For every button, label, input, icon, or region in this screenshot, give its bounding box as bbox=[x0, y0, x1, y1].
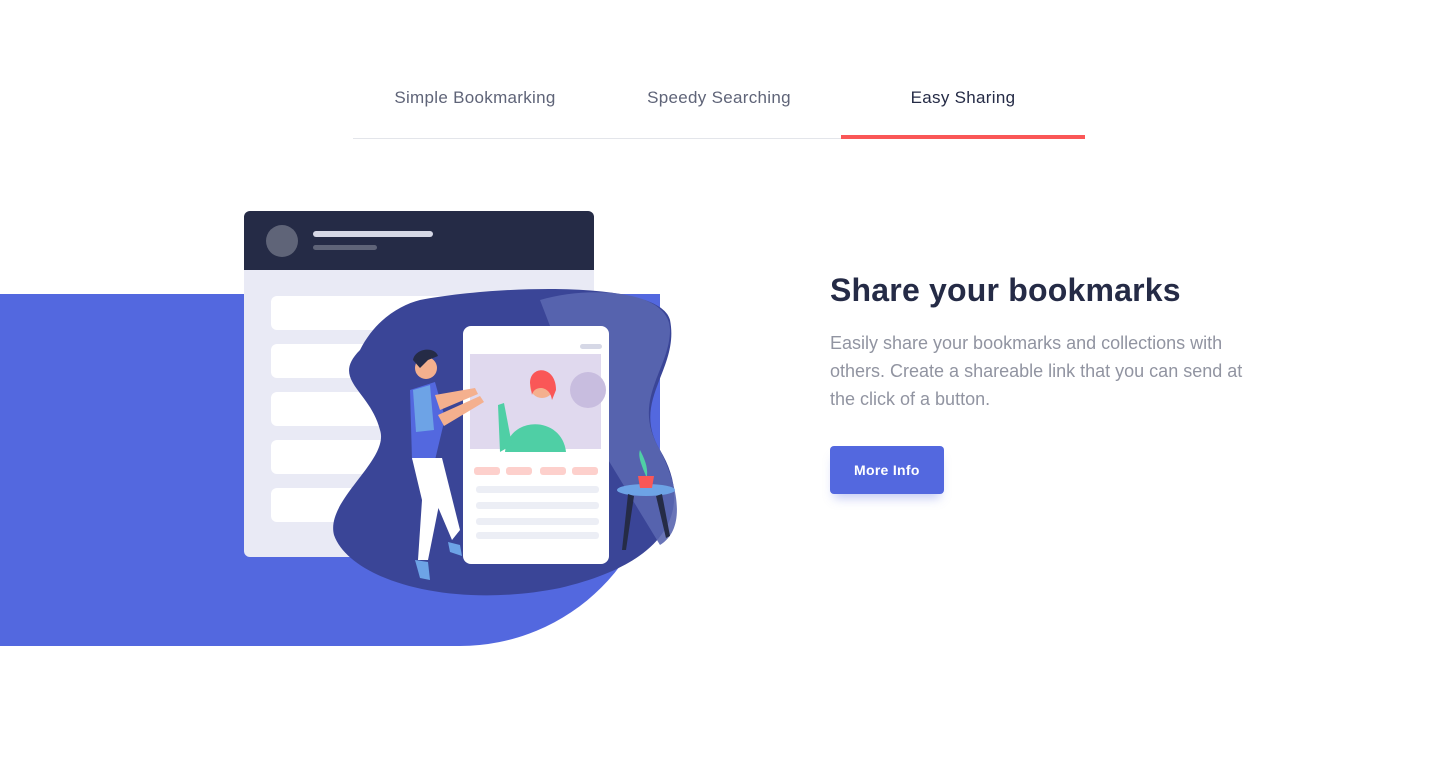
feature-title: Share your bookmarks bbox=[830, 272, 1181, 308]
tab-easy-sharing[interactable]: Easy Sharing bbox=[841, 70, 1085, 139]
more-info-button[interactable]: More Info bbox=[830, 446, 944, 494]
tab-simple-bookmarking[interactable]: Simple Bookmarking bbox=[353, 70, 597, 138]
feature-content: Share your bookmarks Easily share your b… bbox=[830, 272, 1270, 494]
feature-tabs: Simple Bookmarking Speedy Searching Easy… bbox=[353, 70, 1085, 139]
tab-speedy-searching[interactable]: Speedy Searching bbox=[597, 70, 841, 138]
sharing-illustration bbox=[244, 211, 677, 596]
shared-card-graphic bbox=[463, 326, 609, 564]
feature-description: Easily share your bookmarks and collecti… bbox=[830, 333, 1243, 409]
